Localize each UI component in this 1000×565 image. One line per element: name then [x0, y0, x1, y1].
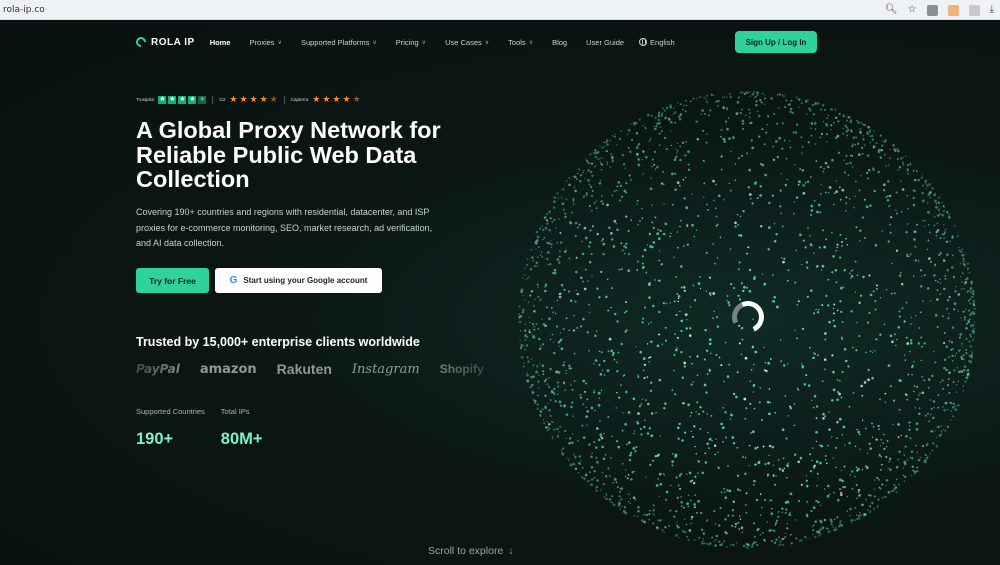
- star-icon: ★: [259, 94, 268, 104]
- rating-source: Capterra: [290, 97, 309, 102]
- rating-g2[interactable]: G2 ★ ★ ★ ★ ★: [219, 95, 277, 104]
- main-nav: ROLA IP Home Proxies ∨ Supported Platforms ∨…: [133, 31, 826, 53]
- scroll-hint-label: Scroll to explore: [428, 545, 504, 557]
- chevron-down-icon: ∨: [421, 39, 427, 46]
- nav-item-supported-platforms[interactable]: Supported Platforms ∨: [301, 38, 377, 47]
- star-icon: ★: [178, 95, 187, 104]
- divider: [212, 95, 214, 104]
- star-icon: ★: [342, 94, 351, 104]
- download-icon[interactable]: ⤓: [990, 3, 994, 17]
- chevron-down-icon: ∨: [277, 39, 282, 46]
- address-bar[interactable]: rola-ip.co: [3, 5, 45, 15]
- nav-item-use-cases[interactable]: Use Cases ∨: [445, 38, 489, 47]
- client-logo-amazon: amazon: [199, 361, 257, 377]
- logo-icon: [133, 34, 149, 50]
- extension-icon[interactable]: [968, 4, 980, 16]
- nav-item-user-guide[interactable]: User Guide: [586, 38, 624, 47]
- scroll-hint[interactable]: Scroll to explore ↓: [428, 545, 514, 557]
- nav-item-label: User Guide: [586, 37, 625, 47]
- stat-label: Supported Countries: [136, 407, 205, 416]
- nav-item-label: Pricing: [395, 37, 419, 47]
- star-icon: ★: [158, 95, 167, 104]
- nav-item-label: Supported Platforms: [300, 37, 370, 47]
- nav-item-label: Blog: [552, 37, 568, 47]
- client-logo-paypal: PayPal: [136, 362, 180, 376]
- google-button-label: Start using your Google account: [243, 276, 368, 285]
- hero-description: Covering 190+ countries and regions with…: [136, 207, 433, 248]
- star-icon: ★: [332, 94, 341, 104]
- nav-item-label: Proxies: [249, 37, 275, 47]
- client-logos: PayPal amazon Rakuten Instagram Shopify: [136, 358, 516, 380]
- nav-item-label: Use Cases: [445, 37, 482, 47]
- chevron-down-icon: ∨: [372, 39, 377, 46]
- chevron-down-icon: ∨: [528, 39, 534, 46]
- stats: Supported Countries 190+ Total IPs 80M+: [136, 407, 263, 449]
- google-icon: G: [229, 275, 238, 286]
- nav-item-label: Tools: [508, 37, 526, 47]
- star-icon: ★: [249, 94, 258, 104]
- rating-source: Trustpilot: [136, 97, 155, 102]
- star-icon: ★: [229, 94, 238, 104]
- star-icon: ★: [322, 94, 331, 104]
- star-icon: ★: [188, 95, 197, 104]
- brand-name: ROLA IP: [151, 36, 195, 48]
- try-for-free-button[interactable]: Try for Free: [136, 268, 209, 293]
- ratings-bar: Trustpilot ★ ★ ★ ★ ★ G2 ★ ★ ★ ★ ★ Capterra ★ ★ ★ ★ ★: [136, 95, 361, 104]
- star-icon: ★: [312, 94, 321, 104]
- stat-block: Supported Countries 190+: [136, 407, 205, 449]
- nav-menu: Home Proxies ∨ Supported Platforms ∨ Pricing ∨…: [210, 38, 643, 47]
- stat-label: Total IPs: [220, 407, 250, 416]
- hero-title: A Global Proxy Network for Reliable Publ…: [136, 117, 441, 192]
- nav-item-home[interactable]: Home: [210, 38, 231, 47]
- page: ROLA IP Home Proxies ∨ Supported Platforms ∨…: [0, 20, 1000, 565]
- client-logo-shopify: Shopify: [439, 362, 484, 376]
- rating-trustpilot[interactable]: Trustpilot ★ ★ ★ ★ ★: [136, 95, 207, 104]
- extension-icon[interactable]: [926, 4, 938, 16]
- stat-value: 190+: [136, 430, 174, 448]
- nav-item-label: Home: [209, 37, 231, 47]
- nav-item-proxies[interactable]: Proxies ∨: [250, 38, 282, 47]
- nav-item-blog[interactable]: Blog: [552, 38, 567, 47]
- star-icon: ★: [239, 94, 248, 104]
- client-logo-instagram: Instagram: [351, 361, 420, 377]
- trusted-heading: Trusted by 15,000+ enterprise clients wo…: [136, 335, 420, 349]
- divider: [283, 95, 285, 104]
- browser-toolbar: rola-ip.co 🔍︎ ☆ ⤓: [0, 0, 1000, 20]
- bookmark-star-icon[interactable]: ☆: [908, 3, 917, 17]
- star-icon: ★: [198, 95, 207, 104]
- stat-block: Total IPs 80M+: [221, 407, 263, 449]
- language-label: English: [650, 37, 675, 47]
- google-signin-button[interactable]: G Start using your Google account: [215, 268, 382, 293]
- rating-capterra[interactable]: Capterra ★ ★ ★ ★ ★: [291, 95, 361, 104]
- signup-login-button[interactable]: Sign Up / Log In: [735, 31, 817, 53]
- zoom-icon[interactable]: 🔍︎: [885, 3, 898, 17]
- nav-item-tools[interactable]: Tools ∨: [508, 38, 533, 47]
- chevron-down-icon: ∨: [484, 39, 490, 46]
- star-icon: ★: [352, 94, 361, 104]
- language-selector[interactable]: English: [639, 38, 675, 47]
- rating-source: G2: [219, 97, 226, 102]
- arrow-down-icon: ↓: [508, 545, 514, 557]
- globe-icon: [639, 38, 648, 46]
- stat-value: 80M+: [220, 430, 263, 448]
- client-logo-rakuten: Rakuten: [276, 361, 332, 377]
- star-icon: ★: [168, 95, 177, 104]
- brand-logo[interactable]: ROLA IP: [133, 34, 195, 50]
- star-icon: ★: [269, 94, 278, 104]
- extension-icon[interactable]: [947, 4, 959, 16]
- nav-item-pricing[interactable]: Pricing ∨: [396, 38, 426, 47]
